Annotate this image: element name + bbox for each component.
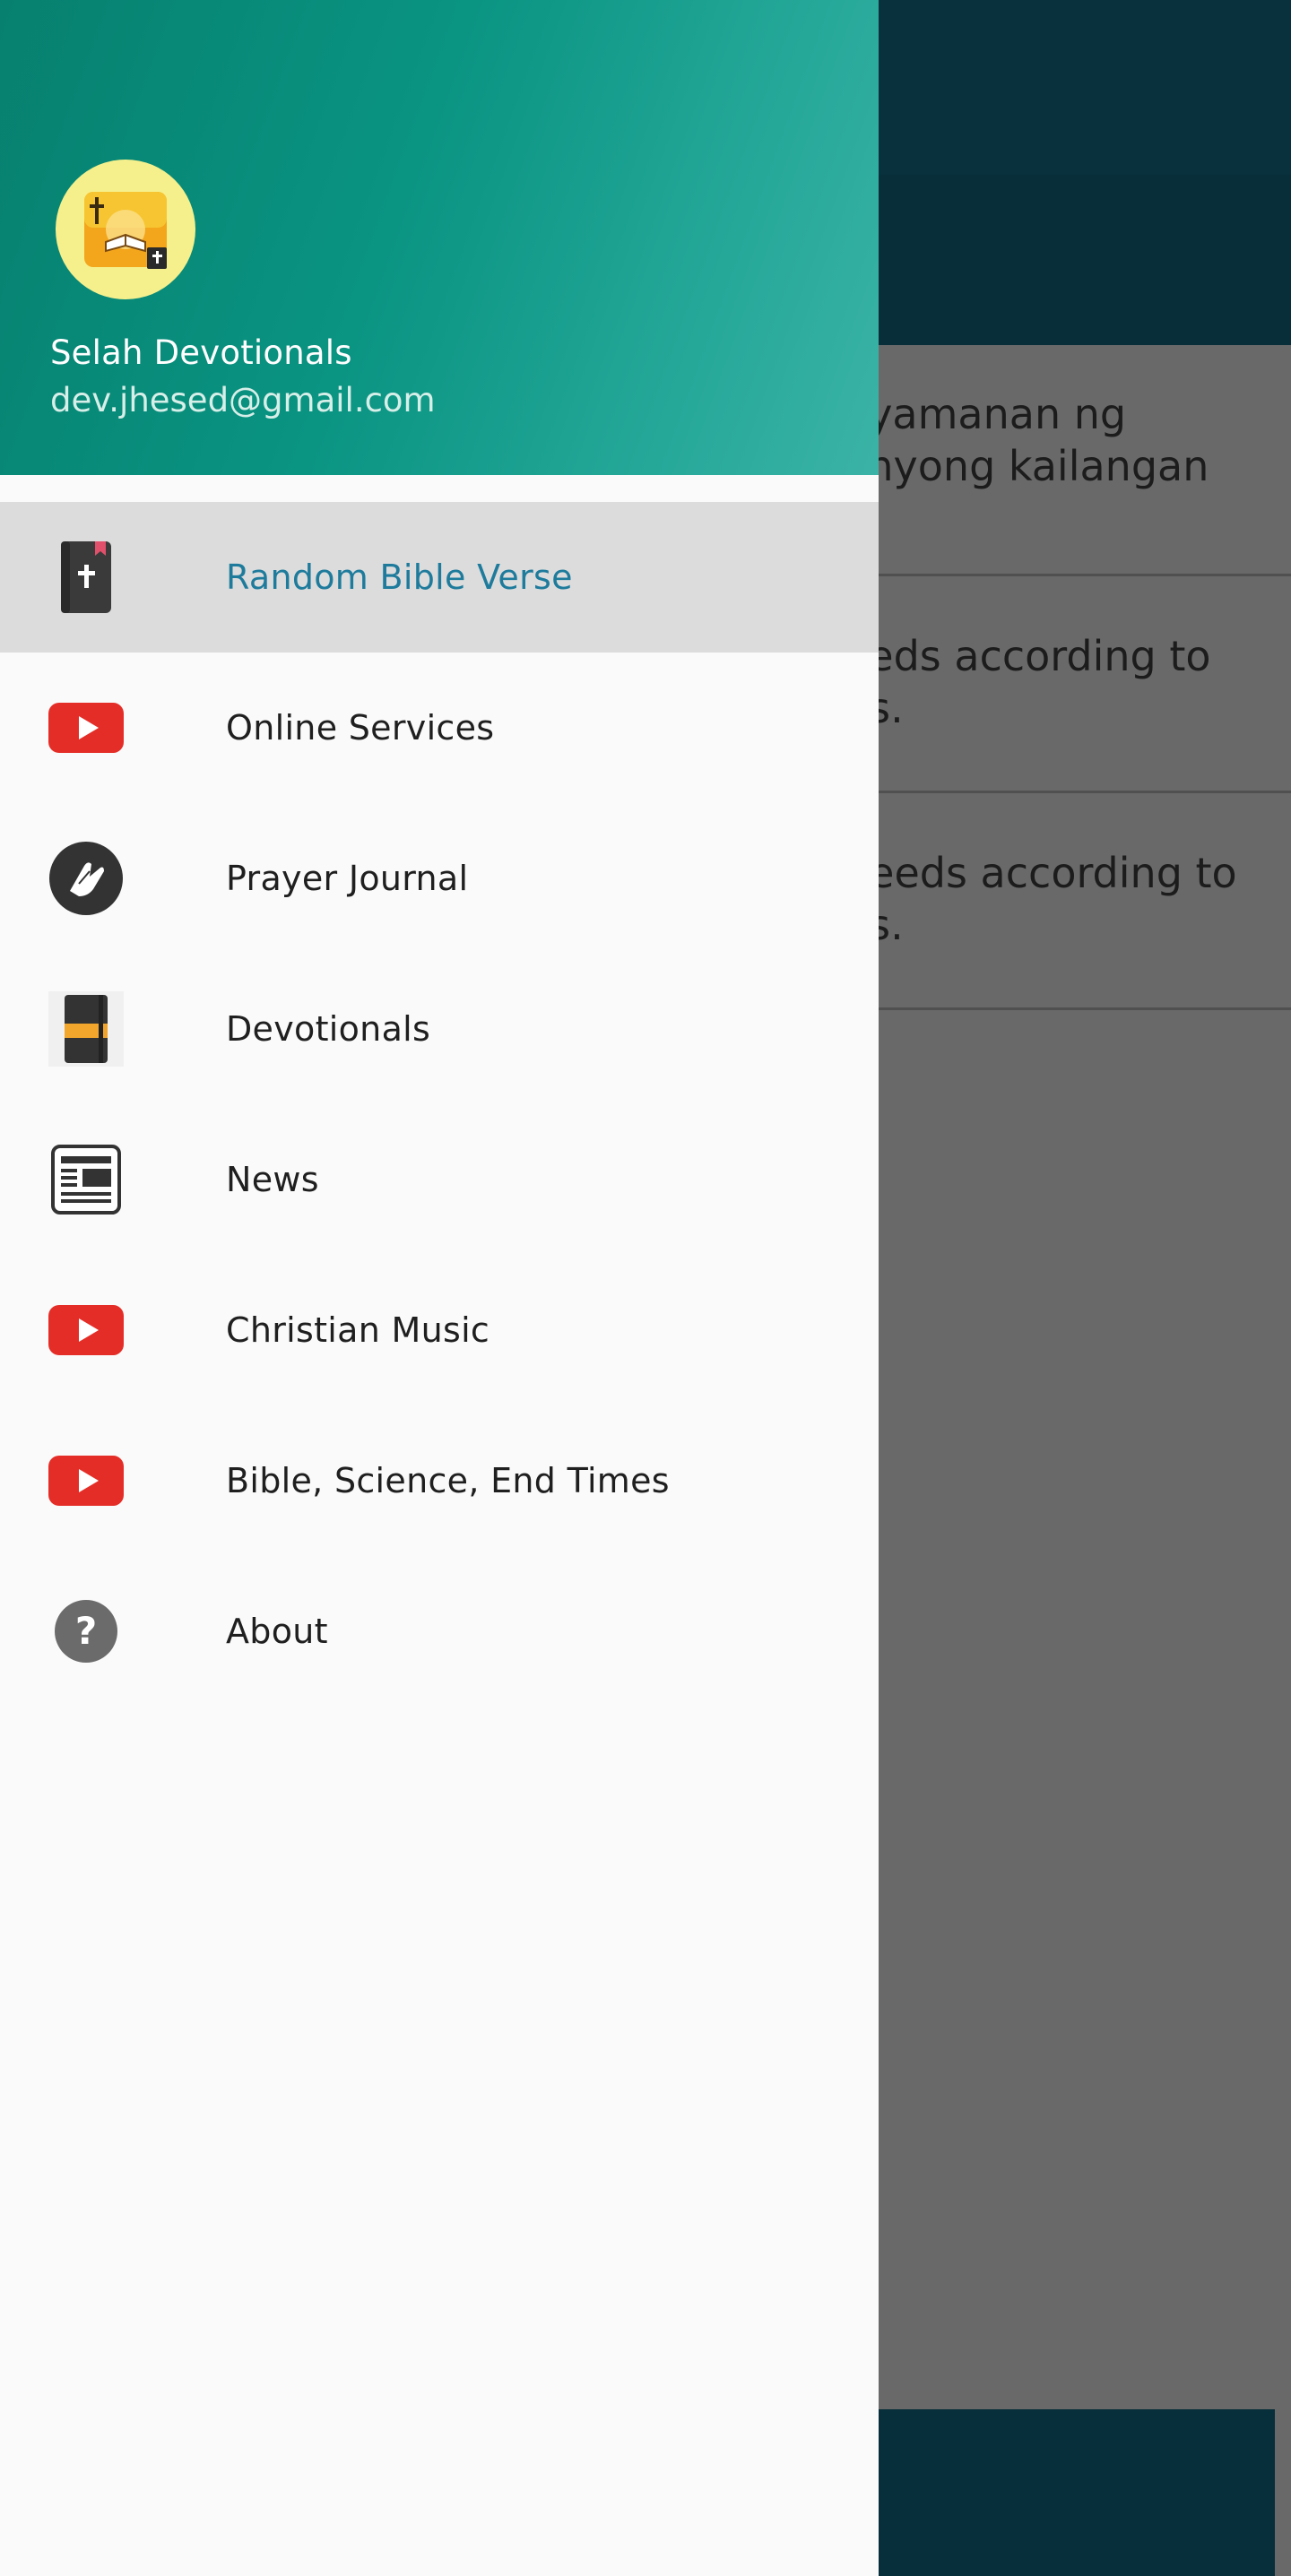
youtube-icon [47,688,126,767]
menu-item-label: Bible, Science, End Times [226,1461,670,1500]
drawer-menu: Random Bible Verse Online Services Praye… [0,502,879,1707]
app-logo-avatar [56,160,195,299]
youtube-icon [47,1291,126,1370]
app-logo-icon [84,192,167,269]
menu-item-christian-music[interactable]: Christian Music [0,1255,879,1405]
praying-hands-icon [47,839,126,918]
menu-item-label: Online Services [226,708,495,748]
menu-item-label: Christian Music [226,1310,490,1350]
help-icon: ? [47,1592,126,1671]
background-verse-text: ayamanan ng inyong kailangan s. [843,390,1209,542]
account-email: dev.jhesed@gmail.com [50,381,436,419]
notebook-icon [47,990,126,1068]
bible-icon [47,538,126,617]
menu-item-news[interactable]: News [0,1104,879,1255]
background-verse-text: eeds according to us. [843,632,1211,732]
menu-item-prayer-journal[interactable]: Prayer Journal [0,803,879,954]
menu-item-random-bible-verse[interactable]: Random Bible Verse [0,502,879,653]
menu-item-about[interactable]: ? About [0,1556,879,1707]
navigation-drawer: Selah Devotionals dev.jhesed@gmail.com R… [0,0,879,2576]
menu-item-label: About [226,1612,328,1651]
screen: ayamanan ng inyong kailangan s. eeds acc… [0,0,1291,2576]
youtube-icon [47,1441,126,1520]
menu-item-bible-science-end-times[interactable]: Bible, Science, End Times [0,1405,879,1556]
menu-item-devotionals[interactable]: Devotionals [0,954,879,1104]
background-verse-text: needs according to us. [843,849,1237,949]
newspaper-icon [47,1140,126,1219]
menu-item-label: News [226,1160,319,1199]
drawer-header: Selah Devotionals dev.jhesed@gmail.com [0,0,879,475]
menu-item-label: Devotionals [226,1009,431,1049]
svg-text:?: ? [75,1609,97,1653]
menu-item-label: Prayer Journal [226,859,469,898]
app-name: Selah Devotionals [50,333,352,372]
menu-item-online-services[interactable]: Online Services [0,653,879,803]
menu-item-label: Random Bible Verse [226,558,573,597]
